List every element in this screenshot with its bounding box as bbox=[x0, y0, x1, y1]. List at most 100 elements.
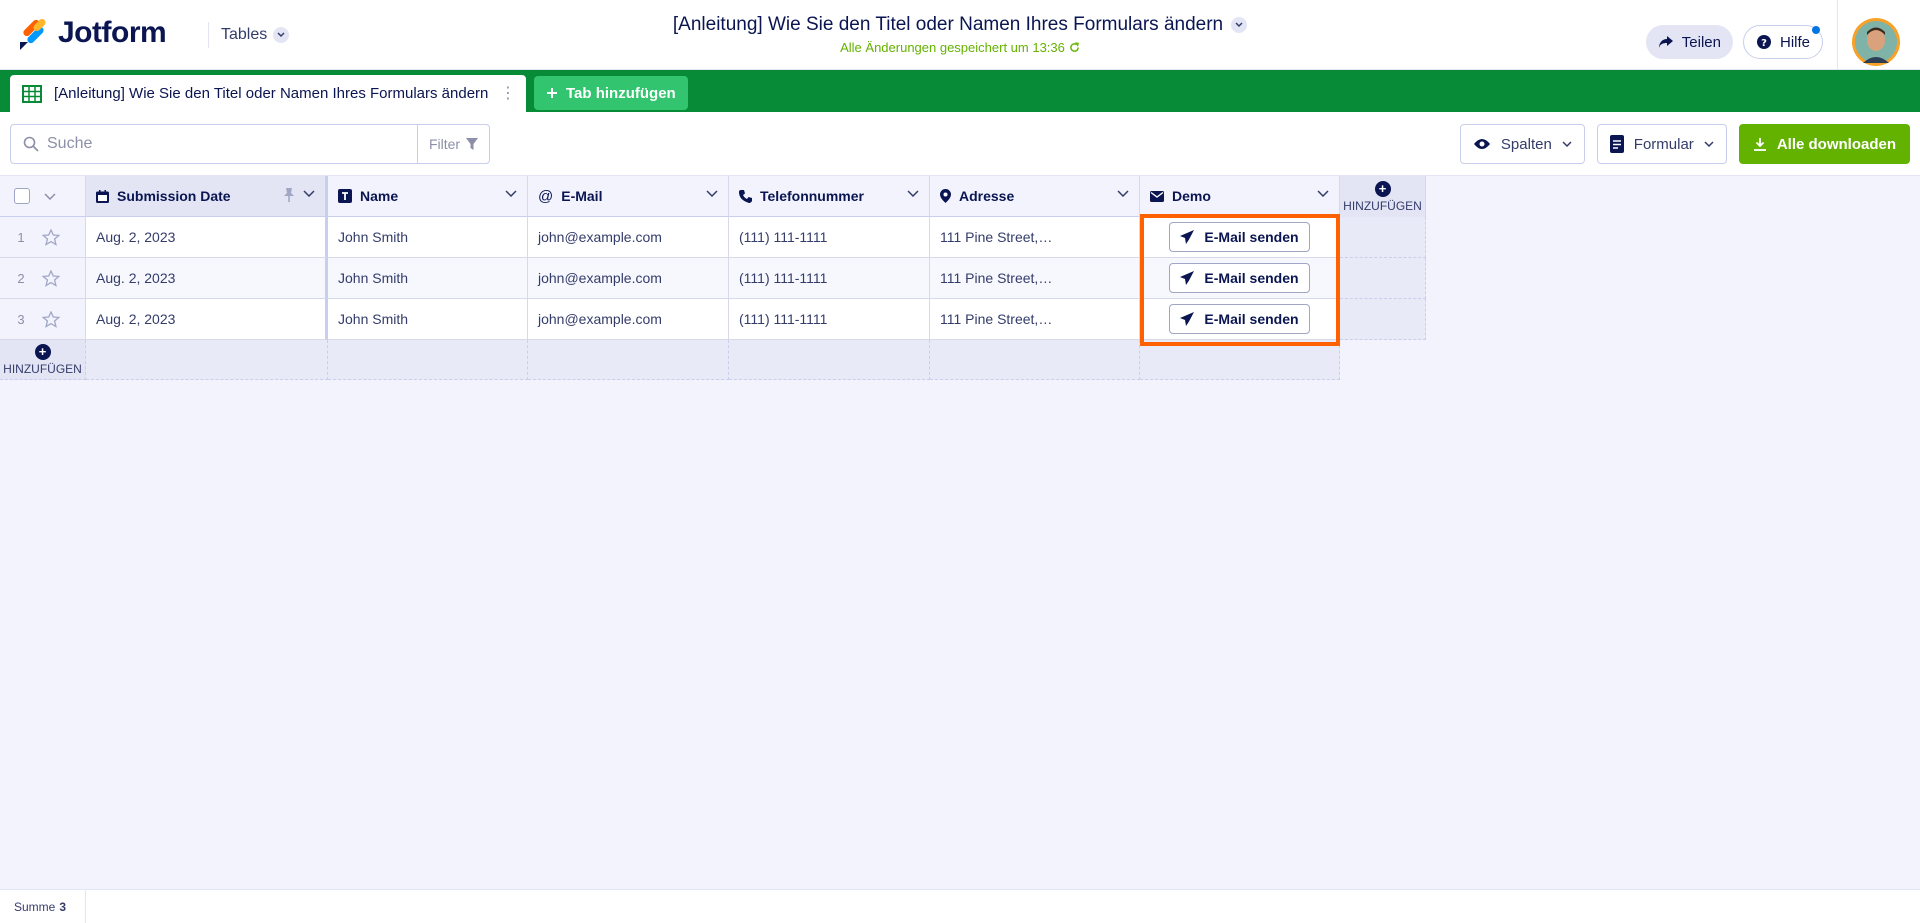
cell-email[interactable]: john@example.com bbox=[528, 258, 729, 299]
chevron-down-icon bbox=[1562, 141, 1572, 147]
form-button[interactable]: Formular bbox=[1596, 124, 1727, 164]
highlight-box bbox=[1140, 214, 1340, 346]
cell-phone[interactable]: (111) 111-1111 bbox=[729, 299, 930, 340]
empty-add-row-cell bbox=[930, 340, 1140, 380]
add-row-label: HINZUFÜGEN bbox=[3, 361, 82, 376]
kebab-menu-icon[interactable]: ⋮ bbox=[500, 86, 516, 102]
cell-phone[interactable]: (111) 111-1111 bbox=[729, 217, 930, 258]
download-icon bbox=[1753, 138, 1766, 151]
column-header-address[interactable]: Adresse bbox=[930, 176, 1140, 217]
column-header-phone[interactable]: Telefonnummer bbox=[729, 176, 930, 217]
tab-label: [Anleitung] Wie Sie den Titel oder Namen… bbox=[54, 85, 489, 102]
empty-add-row-cell bbox=[729, 340, 930, 380]
column-title: Demo bbox=[1172, 188, 1211, 204]
at-sign-icon: @ bbox=[538, 187, 554, 205]
star-icon[interactable] bbox=[42, 228, 60, 246]
avatar-face-icon bbox=[1855, 21, 1897, 63]
summary-footer: Summe 3 bbox=[0, 889, 1920, 923]
cell-phone[interactable]: (111) 111-1111 bbox=[729, 258, 930, 299]
cell-address[interactable]: 111 Pine Street,… bbox=[930, 217, 1140, 258]
column-header-name[interactable]: Name bbox=[328, 176, 528, 217]
column-header-submission-date[interactable]: Submission Date bbox=[86, 176, 328, 217]
columns-button[interactable]: Spalten bbox=[1459, 124, 1585, 164]
user-avatar[interactable] bbox=[1852, 18, 1900, 66]
columns-label: Spalten bbox=[1500, 135, 1552, 153]
chevron-down-icon[interactable] bbox=[44, 192, 56, 200]
filter-label: Filter bbox=[428, 136, 461, 152]
chevron-down-icon[interactable] bbox=[505, 190, 517, 197]
plus-circle-icon: + bbox=[1374, 180, 1391, 197]
chevron-down-icon[interactable] bbox=[303, 190, 315, 197]
help-label: Hilfe bbox=[1779, 33, 1810, 51]
empty-add-column-cell bbox=[1340, 299, 1426, 340]
empty-add-column-cell bbox=[1340, 258, 1426, 299]
pin-icon[interactable] bbox=[283, 188, 295, 202]
share-button[interactable]: Teilen bbox=[1645, 25, 1733, 59]
add-tab-button[interactable]: Tab hinzufügen bbox=[534, 76, 688, 110]
save-status-text: Alle Änderungen gespeichert um 13:36 bbox=[840, 40, 1065, 55]
form-title[interactable]: [Anleitung] Wie Sie den Titel oder Namen… bbox=[672, 14, 1248, 36]
cell-submission-date[interactable]: Aug. 2, 2023 bbox=[86, 258, 328, 299]
cell-submission-date[interactable]: Aug. 2, 2023 bbox=[86, 217, 328, 258]
row-number-cell[interactable]: 3 bbox=[0, 299, 86, 340]
svg-text:?: ? bbox=[1761, 38, 1767, 49]
chevron-down-icon bbox=[1704, 141, 1714, 147]
chevron-down-icon[interactable] bbox=[907, 190, 919, 197]
cell-submission-date[interactable]: Aug. 2, 2023 bbox=[86, 299, 328, 340]
row-number-cell[interactable]: 2 bbox=[0, 258, 86, 299]
download-all-button[interactable]: Alle downloaden bbox=[1738, 124, 1910, 164]
filter-button[interactable]: Filter bbox=[417, 125, 489, 163]
empty-add-column-cell bbox=[1340, 217, 1426, 258]
toolbar-actions: Spalten Formular Alle downloaden bbox=[1459, 124, 1910, 164]
chevron-down-icon[interactable] bbox=[1117, 190, 1129, 197]
cell-address[interactable]: 111 Pine Street,… bbox=[930, 299, 1140, 340]
cell-name[interactable]: John Smith bbox=[328, 217, 528, 258]
column-title: Submission Date bbox=[117, 188, 231, 204]
empty-add-row-cell bbox=[1140, 340, 1340, 380]
star-icon[interactable] bbox=[42, 310, 60, 328]
cell-address[interactable]: 111 Pine Street,… bbox=[930, 258, 1140, 299]
star-icon[interactable] bbox=[42, 269, 60, 287]
funnel-icon bbox=[466, 138, 479, 150]
chevron-down-icon[interactable] bbox=[1317, 190, 1329, 197]
select-all-checkbox[interactable] bbox=[14, 188, 30, 204]
form-label: Formular bbox=[1633, 135, 1694, 153]
add-column-button[interactable]: + HINZUFÜGEN bbox=[1340, 176, 1426, 217]
row-number: 2 bbox=[17, 270, 25, 286]
document-icon bbox=[1609, 135, 1624, 153]
cell-name[interactable]: John Smith bbox=[328, 299, 528, 340]
row-number: 1 bbox=[17, 229, 25, 245]
add-row-button[interactable]: + HINZUFÜGEN bbox=[0, 340, 86, 380]
column-title: Adresse bbox=[959, 188, 1015, 204]
column-header-demo[interactable]: Demo bbox=[1140, 176, 1340, 217]
chevron-down-icon[interactable] bbox=[706, 190, 718, 197]
header-actions: Teilen ? Hilfe bbox=[1645, 0, 1900, 70]
save-status: Alle Änderungen gespeichert um 13:36 bbox=[0, 40, 1920, 55]
text-type-icon bbox=[338, 189, 352, 203]
tab-form-table[interactable]: [Anleitung] Wie Sie den Titel oder Namen… bbox=[10, 75, 526, 112]
plus-circle-icon: + bbox=[34, 343, 51, 360]
row-number-cell[interactable]: 1 bbox=[0, 217, 86, 258]
phone-icon bbox=[739, 189, 752, 203]
cell-email[interactable]: john@example.com bbox=[528, 299, 729, 340]
help-button[interactable]: ? Hilfe bbox=[1742, 25, 1823, 59]
column-header-email[interactable]: @ E-Mail bbox=[528, 176, 729, 217]
cell-name[interactable]: John Smith bbox=[328, 258, 528, 299]
add-column-label: HINZUFÜGEN bbox=[1343, 198, 1422, 213]
location-pin-icon bbox=[940, 189, 951, 203]
question-circle-icon: ? bbox=[1756, 35, 1771, 49]
search-input[interactable] bbox=[11, 125, 417, 163]
cell-email[interactable]: john@example.com bbox=[528, 217, 729, 258]
sum-value: 3 bbox=[59, 900, 67, 914]
calendar-icon bbox=[96, 189, 109, 203]
table-toolbar: Filter Spalten Formular Alle downloaden bbox=[0, 112, 1920, 176]
notification-dot bbox=[1812, 26, 1820, 34]
plus-icon bbox=[547, 88, 557, 98]
form-title-text: [Anleitung] Wie Sie den Titel oder Namen… bbox=[672, 14, 1224, 35]
column-title: Telefonnummer bbox=[760, 188, 864, 204]
share-arrow-icon bbox=[1658, 36, 1673, 48]
column-title: E-Mail bbox=[561, 188, 603, 204]
tab-bar: [Anleitung] Wie Sie den Titel oder Namen… bbox=[0, 70, 1920, 112]
chevron-down-icon bbox=[1231, 17, 1248, 33]
share-label: Teilen bbox=[1681, 33, 1721, 51]
